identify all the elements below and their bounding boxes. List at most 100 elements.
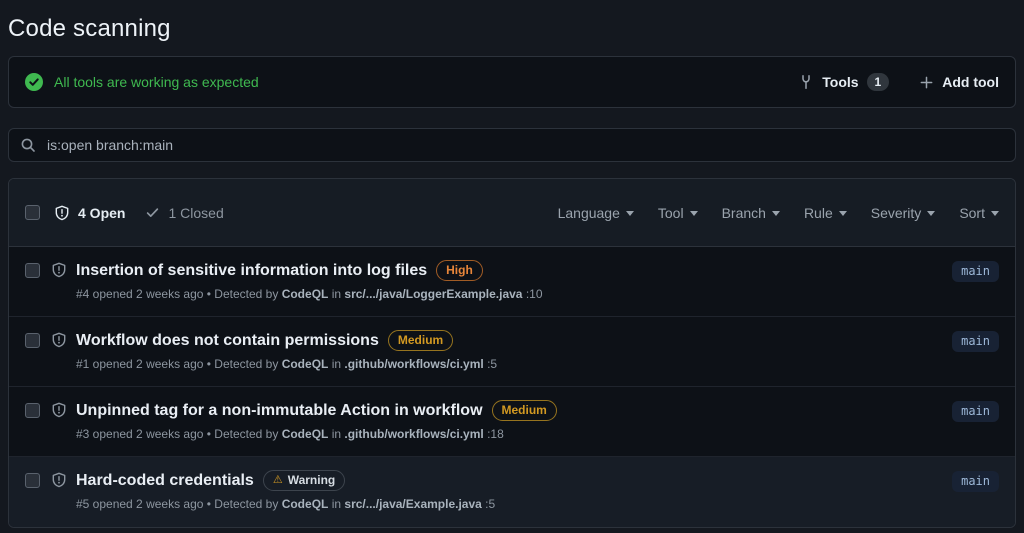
chevron-down-icon bbox=[689, 211, 698, 216]
open-count-label: 4 Open bbox=[78, 204, 126, 221]
filter-severity-label: Severity bbox=[870, 204, 922, 221]
chevron-down-icon bbox=[991, 211, 999, 216]
severity-label: Medium bbox=[501, 403, 547, 417]
alert-line-number: :5 bbox=[485, 497, 496, 511]
severity-label: Warning bbox=[287, 473, 336, 487]
branch-badge: main bbox=[952, 471, 999, 492]
alert-line-number: :5 bbox=[487, 357, 498, 371]
alert-opened-text: #4 opened 2 weeks ago • Detected by bbox=[76, 287, 279, 301]
page-title: Code scanning bbox=[8, 15, 171, 42]
filter-branch[interactable]: Branch bbox=[722, 205, 780, 221]
closed-alerts-filter[interactable]: 1 Closed bbox=[145, 204, 224, 221]
severity-badge: Medium bbox=[491, 400, 557, 421]
alert-opened-text: #5 opened 2 weeks ago • Detected by bbox=[76, 497, 279, 511]
branch-badge: main bbox=[952, 331, 999, 352]
alert-line-number: :18 bbox=[487, 427, 504, 441]
alert-title-link[interactable]: Hard-coded credentials bbox=[76, 470, 254, 491]
alert-title-link[interactable]: Insertion of sensitive information into … bbox=[76, 260, 427, 281]
open-alerts-filter[interactable]: 4 Open bbox=[54, 205, 125, 221]
filter-branch-label: Branch bbox=[721, 204, 766, 221]
alert-tool-link[interactable]: CodeQL bbox=[282, 287, 329, 301]
row-checkbox[interactable] bbox=[25, 263, 40, 278]
filter-rule-label: Rule bbox=[803, 204, 833, 221]
alert-in-text: in bbox=[331, 287, 342, 301]
alert-title-link[interactable]: Workflow does not contain permissions bbox=[76, 330, 379, 351]
filter-sort[interactable]: Sort bbox=[959, 205, 999, 221]
tools-label: Tools bbox=[822, 74, 859, 90]
search-icon bbox=[20, 137, 36, 153]
alert-meta: #1 opened 2 weeks ago • Detected by Code… bbox=[76, 357, 952, 372]
check-icon bbox=[145, 205, 160, 220]
alert-path-link[interactable]: src/.../java/Example.java bbox=[344, 497, 481, 511]
shield-alert-icon bbox=[54, 205, 70, 221]
row-checkbox[interactable] bbox=[25, 333, 40, 348]
closed-count-label: 1 Closed bbox=[168, 204, 224, 221]
alert-line-number: :10 bbox=[525, 287, 543, 301]
alert-in-text: in bbox=[331, 427, 342, 441]
alert-in-text: in bbox=[331, 357, 342, 371]
alert-content: Hard-coded credentials ⚠ Warning #5 opene… bbox=[76, 470, 952, 512]
severity-badge: Medium bbox=[387, 330, 454, 351]
alert-opened-text: #3 opened 2 weeks ago • Detected by bbox=[76, 427, 279, 441]
alert-path-link[interactable]: src/.../java/LoggerExample.java bbox=[344, 287, 522, 301]
chevron-down-icon bbox=[625, 211, 634, 216]
alert-row: Hard-coded credentials ⚠ Warning #5 opene… bbox=[9, 457, 1015, 527]
alert-search-bar bbox=[8, 128, 1016, 162]
select-all-checkbox[interactable] bbox=[25, 205, 40, 220]
filter-language-label: Language bbox=[557, 204, 620, 221]
alert-tool-link[interactable]: CodeQL bbox=[282, 427, 329, 441]
filter-sort-label: Sort bbox=[959, 204, 985, 221]
alert-tool-link[interactable]: CodeQL bbox=[282, 497, 329, 511]
alert-meta: #3 opened 2 weeks ago • Detected by Code… bbox=[76, 427, 952, 442]
alert-in-text: in bbox=[331, 497, 342, 511]
severity-label: Medium bbox=[397, 333, 444, 347]
chevron-down-icon bbox=[838, 211, 847, 216]
alert-row: Workflow does not contain permissions Me… bbox=[9, 317, 1015, 387]
severity-badge: ⚠ Warning bbox=[262, 470, 346, 491]
alert-tool-link[interactable]: CodeQL bbox=[282, 357, 329, 371]
check-circle-icon bbox=[25, 73, 43, 91]
filter-severity[interactable]: Severity bbox=[871, 205, 936, 221]
shield-alert-icon bbox=[51, 332, 67, 348]
alert-title-link[interactable]: Unpinned tag for a non-immutable Action … bbox=[76, 400, 483, 421]
search-input[interactable] bbox=[45, 136, 1004, 154]
alert-content: Workflow does not contain permissions Me… bbox=[76, 330, 952, 372]
code-scanning-page: Code scanning All tools are working as e… bbox=[0, 0, 1024, 528]
alert-path-link[interactable]: .github/workflows/ci.yml bbox=[344, 357, 483, 371]
row-checkbox[interactable] bbox=[25, 473, 40, 488]
alert-meta: #4 opened 2 weeks ago • Detected by Code… bbox=[76, 287, 952, 302]
chevron-down-icon bbox=[771, 211, 780, 216]
row-checkbox[interactable] bbox=[25, 403, 40, 418]
tools-count-badge: 1 bbox=[866, 73, 890, 91]
alert-path-link[interactable]: .github/workflows/ci.yml bbox=[344, 427, 483, 441]
alert-meta: #5 opened 2 weeks ago • Detected by Code… bbox=[76, 497, 952, 512]
filter-tool-label: Tool bbox=[657, 204, 684, 221]
tools-button[interactable]: Tools 1 bbox=[798, 73, 890, 91]
shield-alert-icon bbox=[51, 402, 67, 418]
plus-icon bbox=[919, 75, 934, 90]
shield-alert-icon bbox=[51, 472, 67, 488]
alert-content: Unpinned tag for a non-immutable Action … bbox=[76, 400, 952, 442]
severity-label: High bbox=[446, 263, 473, 277]
filter-language[interactable]: Language bbox=[558, 205, 634, 221]
alert-row: Unpinned tag for a non-immutable Action … bbox=[9, 387, 1015, 457]
warning-triangle-icon: ⚠ bbox=[272, 474, 283, 486]
banner-message: All tools are working as expected bbox=[54, 74, 259, 90]
branch-badge: main bbox=[952, 261, 999, 282]
add-tool-button[interactable]: Add tool bbox=[919, 74, 999, 90]
banner-status: All tools are working as expected bbox=[25, 73, 259, 91]
branch-badge: main bbox=[952, 401, 999, 422]
alerts-list-header: 4 Open 1 Closed Language Tool Branch Rul… bbox=[9, 179, 1015, 247]
alert-row: Insertion of sensitive information into … bbox=[9, 247, 1015, 317]
alerts-list: 4 Open 1 Closed Language Tool Branch Rul… bbox=[8, 178, 1016, 528]
tools-icon bbox=[798, 74, 814, 90]
alert-content: Insertion of sensitive information into … bbox=[76, 260, 952, 302]
filter-tool[interactable]: Tool bbox=[658, 205, 698, 221]
chevron-down-icon bbox=[927, 211, 936, 216]
add-tool-label: Add tool bbox=[942, 74, 999, 90]
banner-actions: Tools 1 Add tool bbox=[798, 73, 999, 91]
filter-rule[interactable]: Rule bbox=[804, 205, 847, 221]
tools-status-banner: All tools are working as expected Tools … bbox=[8, 56, 1016, 108]
shield-alert-icon bbox=[51, 262, 67, 278]
alert-opened-text: #1 opened 2 weeks ago • Detected by bbox=[76, 357, 279, 371]
